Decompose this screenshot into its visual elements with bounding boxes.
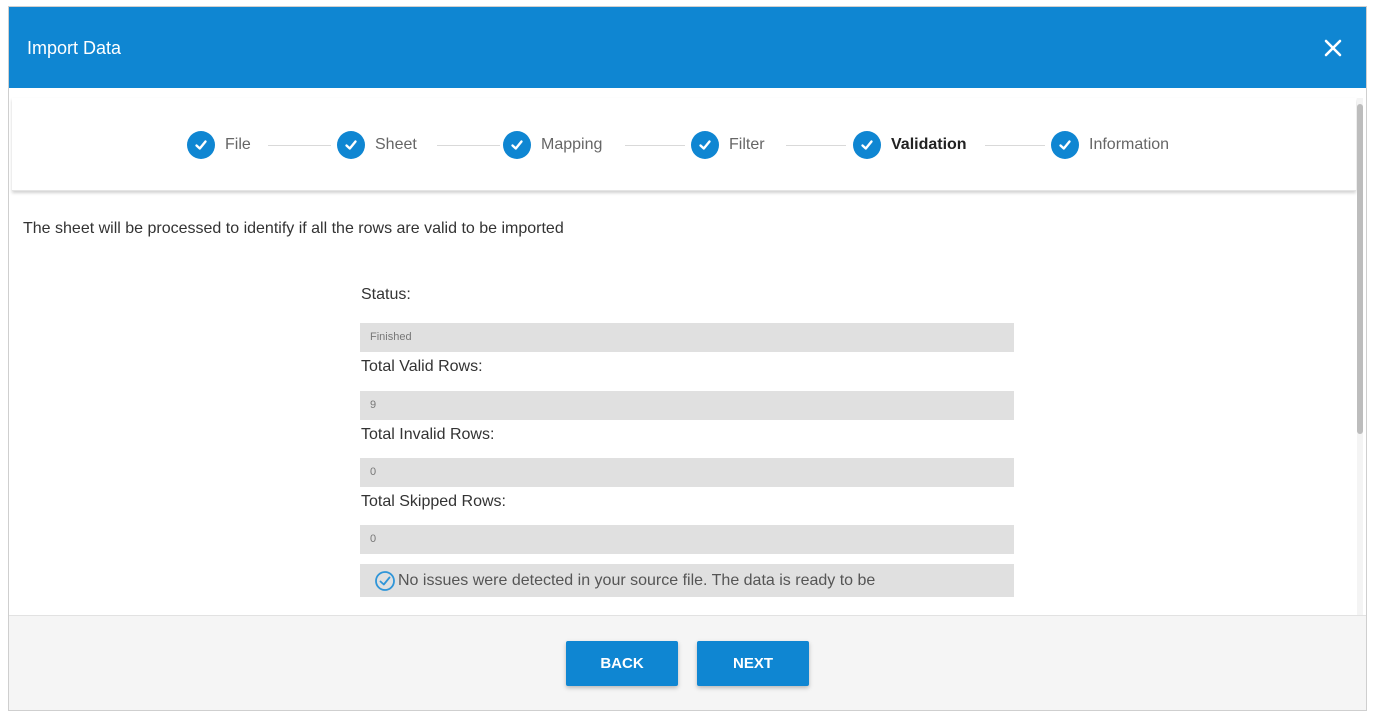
step-indicator: File Sheet Mapping Filter Validation Inf… [12,98,1356,191]
total-invalid-rows-value: 0 [360,458,1014,487]
validation-message-text: No issues were detected in your source f… [398,571,876,589]
total-skipped-rows-value: 0 [360,525,1014,554]
step-file[interactable]: File [187,130,251,160]
close-icon[interactable] [1320,35,1346,61]
status-label: Status: [361,286,411,303]
dialog-title: Import Data [27,38,122,58]
step-information[interactable]: Information [1051,130,1169,160]
step-validation[interactable]: Validation [853,130,967,160]
step-label: Sheet [375,136,417,153]
validation-description: The sheet will be processed to identify … [23,220,564,237]
check-circle-outline-icon [374,570,396,592]
validation-message: No issues were detected in your source f… [360,564,1014,597]
step-connector [268,145,331,146]
step-connector [625,145,685,146]
step-connector [985,145,1045,146]
step-connector [437,145,500,146]
step-filter[interactable]: Filter [691,130,765,160]
dialog-header: Import Data [9,7,1366,88]
total-valid-rows-value: 9 [360,391,1014,420]
check-circle-icon [853,131,881,159]
total-valid-rows-label: Total Valid Rows: [361,358,483,375]
step-label: Mapping [541,136,603,153]
import-data-dialog: Import Data File Sheet Mapping Filter Va… [8,6,1367,711]
check-circle-icon [187,131,215,159]
total-invalid-rows-label: Total Invalid Rows: [361,426,495,443]
check-circle-icon [691,131,719,159]
step-label: Validation [891,136,967,153]
total-skipped-rows-label: Total Skipped Rows: [361,493,506,510]
back-button[interactable]: BACK [566,641,678,686]
step-label: File [225,136,251,153]
step-sheet[interactable]: Sheet [337,130,417,160]
scrollbar-thumb[interactable] [1357,104,1363,434]
step-label: Filter [729,136,765,153]
check-circle-icon [503,131,531,159]
step-mapping[interactable]: Mapping [503,130,602,160]
dialog-footer: BACK NEXT [9,615,1366,710]
step-connector [786,145,846,146]
check-circle-icon [1051,131,1079,159]
check-circle-icon [337,131,365,159]
step-label: Information [1089,136,1170,153]
next-button[interactable]: NEXT [697,641,809,686]
status-value: Finished [360,323,1014,352]
